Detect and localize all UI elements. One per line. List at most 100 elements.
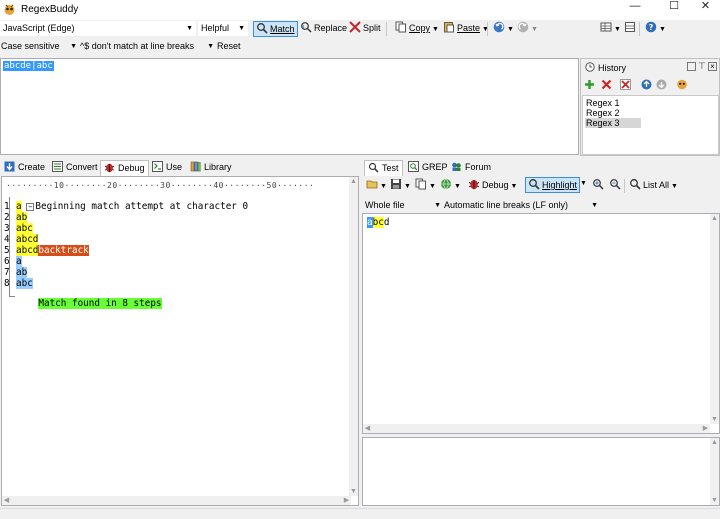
scroll-right-icon[interactable]: ▶ (701, 424, 710, 433)
line-number: 4 (4, 234, 10, 245)
test-copy-button[interactable]: ▼ (413, 178, 438, 194)
copy-icon (415, 178, 426, 190)
paste-button[interactable]: Paste ▼ (441, 21, 491, 37)
scroll-up-icon[interactable]: ▲ (349, 177, 358, 186)
grep-icon (408, 161, 419, 172)
flavor-select[interactable]: JavaScript (Edge) ▼ (0, 21, 196, 36)
debug-step-text: ab (16, 212, 28, 223)
history-item-regex-1[interactable]: Regex 1 (585, 98, 641, 108)
delete-all-icon[interactable] (620, 79, 631, 90)
debug-output[interactable]: ·········10········20········30········4… (1, 176, 359, 506)
scroll-down-icon[interactable]: ▼ (710, 415, 719, 424)
tab-library-label: Library (204, 162, 232, 172)
list-all-button[interactable]: List All ▼ (627, 178, 680, 194)
close-button[interactable]: ✕ (691, 0, 720, 14)
undo-button[interactable]: ▼ (491, 21, 516, 37)
save-disk-icon (391, 179, 401, 189)
test-line-breaks-select[interactable]: Automatic line breaks (LF only) ▼ (444, 198, 598, 213)
scroll-up-icon[interactable]: ▲ (710, 438, 719, 447)
debug-footer: Match found in 8 steps (38, 298, 162, 309)
split-button[interactable]: Split (347, 21, 383, 37)
scroll-down-icon[interactable]: ▼ (710, 496, 719, 505)
test-results-pane[interactable]: ▲ ▼ (362, 437, 720, 506)
chevron-down-icon: ▼ (591, 202, 598, 209)
chevron-down-icon: ▼ (186, 25, 193, 32)
buddy-icon[interactable] (676, 78, 688, 90)
chevron-down-icon: ▼ (510, 183, 518, 190)
history-list[interactable]: Regex 1 Regex 2 Regex 3 (582, 95, 719, 155)
scroll-left-icon[interactable]: ◀ (363, 424, 372, 433)
tab-debug-label: Debug (118, 163, 145, 173)
history-pin-button[interactable] (687, 62, 696, 71)
history-item-regex-3[interactable]: Regex 3 (585, 118, 641, 128)
chevron-down-icon: ▼ (380, 183, 387, 190)
pin-icon[interactable]: ⊤ (698, 61, 706, 72)
history-close-button[interactable]: × (708, 62, 717, 71)
test-subject-editor[interactable]: abcd ▲ ▼ ◀ ▶ (362, 213, 720, 434)
scroll-left-icon[interactable]: ◀ (2, 496, 11, 505)
web-button[interactable]: ▼ (438, 178, 463, 194)
history-item-regex-2[interactable]: Regex 2 (585, 108, 641, 118)
results-vertical-scrollbar[interactable]: ▲ ▼ (710, 438, 719, 505)
scroll-right-icon[interactable]: ▶ (342, 496, 351, 505)
tab-debug[interactable]: Debug (100, 160, 149, 176)
history-header: History (585, 61, 626, 75)
scope-select[interactable]: Whole file ▼ (365, 198, 441, 213)
case-sensitivity-select[interactable]: Case sensitive ▼ (1, 39, 77, 54)
delete-icon[interactable] (601, 79, 612, 90)
regex-editor[interactable]: abcde|abc (0, 58, 579, 155)
copy-button[interactable]: Copy ▼ (393, 21, 441, 37)
highlight-button[interactable]: Highlight (525, 177, 581, 193)
convert-icon (52, 161, 63, 172)
test-horizontal-scrollbar[interactable]: ◀ ▶ (363, 424, 710, 433)
debug-step-text: a (16, 256, 22, 267)
test-debug-label: Debug (482, 180, 509, 190)
status-bar (0, 508, 720, 519)
help-button[interactable]: ? ▼ (643, 21, 668, 37)
tab-create-label: Create (18, 162, 46, 172)
magnifier-icon (368, 162, 379, 173)
debug-horizontal-scrollbar[interactable]: ◀ ▶ (2, 496, 351, 505)
case-value: Case sensitive (1, 41, 60, 51)
collapse-icon[interactable]: − (26, 203, 35, 211)
tab-convert[interactable]: Convert (49, 160, 101, 176)
chevron-down-icon: ▼ (70, 43, 77, 50)
tab-use[interactable]: Use (149, 160, 185, 176)
debug-step-text: abcd (16, 245, 39, 256)
scroll-down-icon[interactable]: ▼ (349, 487, 358, 496)
tab-forum[interactable]: Forum (448, 160, 494, 176)
test-debug-button[interactable]: Debug ▼ (466, 178, 519, 194)
scroll-up-icon[interactable]: ▲ (710, 214, 719, 223)
reset-button[interactable]: Reset (217, 39, 241, 54)
tab-create[interactable]: Create (1, 160, 48, 176)
tab-library[interactable]: Library (187, 160, 235, 176)
move-down-icon[interactable] (656, 79, 667, 90)
chevron-down-icon: ▼ (614, 26, 621, 33)
maximize-button[interactable]: ☐ (656, 0, 692, 14)
minimize-button[interactable]: — (617, 0, 653, 14)
line-number: 8 (4, 278, 10, 289)
zoom-in-button[interactable] (590, 178, 608, 194)
magnifier-icon (630, 179, 641, 190)
add-icon[interactable] (584, 79, 595, 90)
test-subject-text: abcd (367, 217, 389, 228)
toolbar-divider (639, 22, 640, 36)
tab-test[interactable]: Test (364, 160, 403, 176)
test-vertical-scrollbar[interactable]: ▲ ▼ (710, 214, 719, 424)
redo-button[interactable]: ▼ (515, 21, 540, 37)
chevron-down-icon[interactable]: ▼ (580, 180, 587, 187)
layout-button[interactable]: ▼ (598, 21, 623, 37)
line-number: 6 (4, 256, 10, 267)
tab-grep[interactable]: GREP (405, 160, 451, 176)
zoom-out-button[interactable] (607, 178, 625, 194)
helpful-select[interactable]: Helpful ▼ (198, 21, 248, 36)
match-button[interactable]: Match (253, 21, 298, 37)
line-breaks-select[interactable]: ^$ don't match at line breaks ▼ (80, 39, 214, 54)
open-file-button[interactable]: ▼ (364, 178, 389, 194)
replace-button[interactable]: a Replace (298, 21, 349, 37)
debug-vertical-scrollbar[interactable]: ▲ ▼ (349, 177, 358, 496)
save-file-button[interactable]: ▼ (388, 178, 413, 194)
move-up-icon[interactable] (641, 79, 652, 90)
panels-button[interactable] (622, 21, 640, 37)
column-ruler: ·········10········20········30········4… (6, 181, 315, 190)
